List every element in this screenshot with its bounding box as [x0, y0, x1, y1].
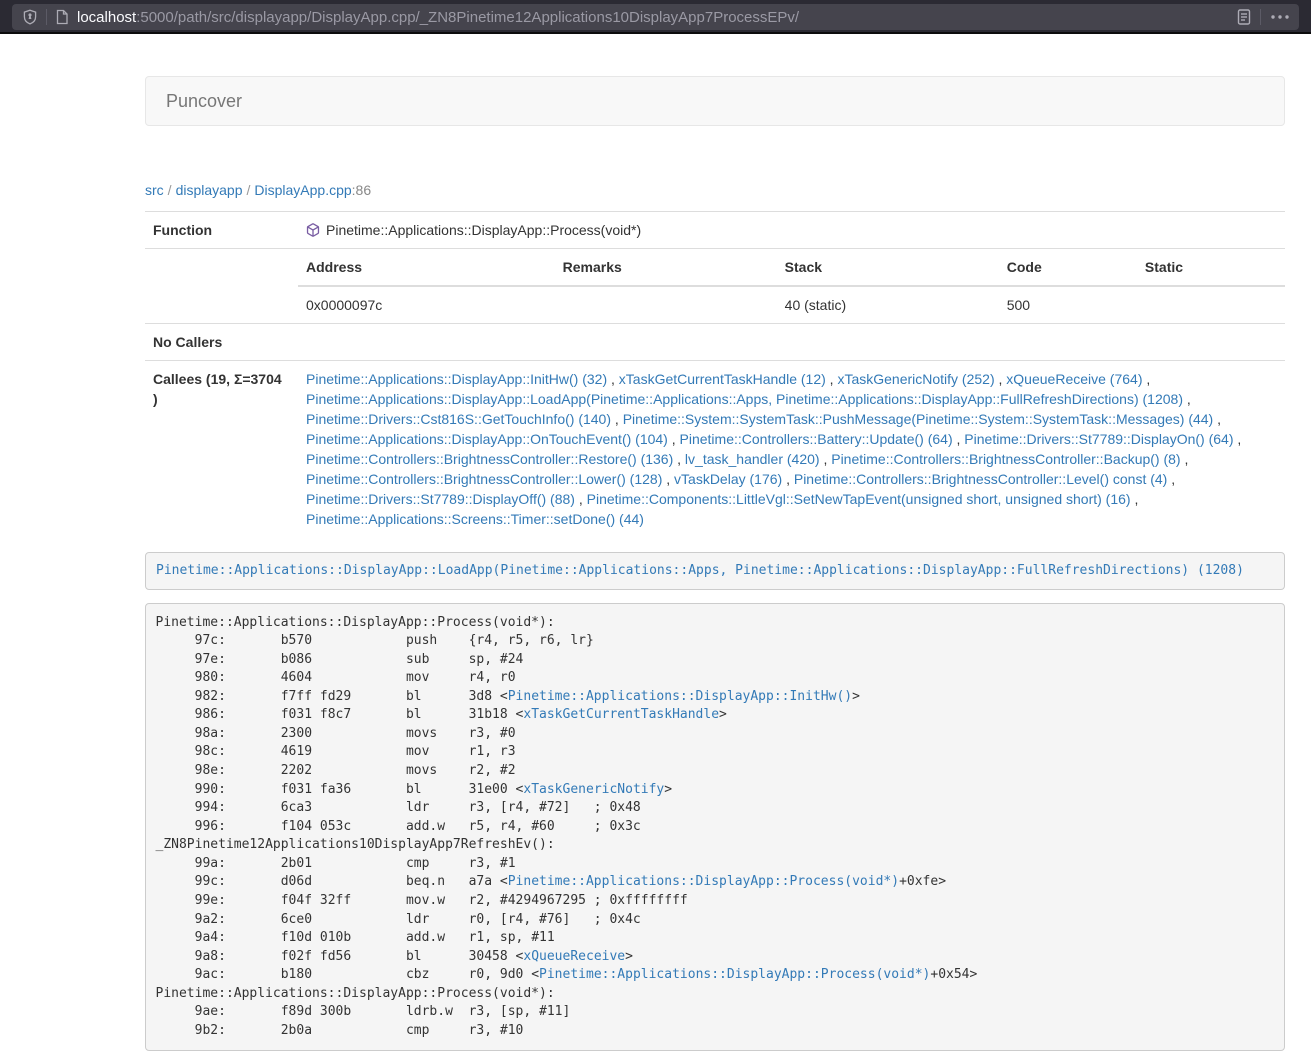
callee-separator: , — [673, 451, 685, 467]
disassembly-symbol-link[interactable]: xTaskGenericNotify — [523, 782, 664, 797]
disassembly-symbol-link[interactable]: xTaskGetCurrentTaskHandle — [523, 707, 719, 722]
toolbar-divider — [1260, 9, 1261, 25]
callee-separator: , — [782, 471, 794, 487]
callee-link[interactable]: lv_task_handler (420) — [685, 451, 820, 467]
breadcrumb-separator: / — [164, 182, 176, 198]
highlighted-callee-link[interactable]: Pinetime::Applications::DisplayApp::Load… — [156, 563, 1244, 578]
remarks-value — [555, 286, 777, 323]
callee-link[interactable]: Pinetime::Controllers::Battery::Update()… — [680, 431, 953, 447]
callers-row: No Callers — [145, 324, 1285, 361]
callees-row: Callees (19, Σ=3704 ) Pinetime::Applicat… — [145, 361, 1285, 538]
breadcrumb-link-file[interactable]: DisplayApp.cpp — [254, 182, 351, 198]
callee-link[interactable]: Pinetime::Applications::DisplayApp::OnTo… — [306, 431, 668, 447]
app-navbar: Puncover — [145, 76, 1285, 126]
callee-link[interactable]: Pinetime::Controllers::BrightnessControl… — [831, 451, 1180, 467]
disassembly-symbol-link[interactable]: Pinetime::Applications::DisplayApp::Proc… — [539, 967, 930, 982]
url-host: localhost — [77, 9, 136, 26]
function-row: Function Pinetime::Applications::Display… — [145, 212, 1285, 249]
callees-label: Callees (19, Σ=3704 ) — [145, 361, 298, 538]
package-icon — [306, 222, 320, 238]
highlighted-callee-panel: Pinetime::Applications::DisplayApp::Load… — [145, 552, 1285, 590]
stack-value: 40 (static) — [777, 286, 999, 323]
breadcrumb-line-number: :86 — [352, 182, 371, 198]
code-size-value: 500 — [999, 286, 1137, 323]
callee-separator: , — [1181, 451, 1189, 467]
callee-link[interactable]: Pinetime::Controllers::BrightnessControl… — [306, 451, 673, 467]
col-static: Static — [1137, 249, 1285, 286]
breadcrumb-link-src[interactable]: src — [145, 182, 164, 198]
static-value — [1137, 286, 1285, 323]
callee-link[interactable]: xTaskGenericNotify (252) — [837, 371, 994, 387]
col-remarks: Remarks — [555, 249, 777, 286]
callee-link[interactable]: xQueueReceive (764) — [1006, 371, 1142, 387]
callee-separator: , — [1131, 491, 1139, 507]
callee-link[interactable]: Pinetime::Components::LittleVgl::SetNewT… — [587, 491, 1131, 507]
callee-link[interactable]: Pinetime::Drivers::Cst816S::GetTouchInfo… — [306, 411, 611, 427]
disassembly-symbol-link[interactable]: Pinetime::Applications::DisplayApp::Proc… — [508, 874, 899, 889]
browser-toolbar: localhost:5000/path/src/displayapp/Displ… — [0, 0, 1311, 34]
callee-separator: , — [1167, 471, 1175, 487]
callee-link[interactable]: Pinetime::Controllers::BrightnessControl… — [794, 471, 1167, 487]
callee-separator: , — [662, 471, 674, 487]
callee-separator: , — [607, 371, 619, 387]
callee-separator: , — [826, 371, 838, 387]
stats-values-row: 0x0000097c 40 (static) 500 — [298, 286, 1285, 323]
callee-separator: , — [1142, 371, 1150, 387]
callee-separator: , — [575, 491, 587, 507]
function-table: Function Pinetime::Applications::Display… — [145, 211, 1285, 537]
callee-link[interactable]: vTaskDelay (176) — [674, 471, 782, 487]
callee-link[interactable]: Pinetime::Drivers::St7789::DisplayOff() … — [306, 491, 575, 507]
breadcrumb: src/displayapp/DisplayApp.cpp:86 — [145, 180, 1285, 200]
function-name: Pinetime::Applications::DisplayApp::Proc… — [326, 220, 641, 240]
callee-link[interactable]: xTaskGetCurrentTaskHandle (12) — [619, 371, 826, 387]
callee-link[interactable]: Pinetime::System::SystemTask::PushMessag… — [623, 411, 1214, 427]
urlbar-divider — [46, 9, 47, 25]
page-icon[interactable] — [55, 9, 69, 25]
url-bar[interactable]: localhost:5000/path/src/displayapp/Displ… — [12, 4, 1299, 30]
shield-icon[interactable] — [22, 9, 38, 25]
stats-row: Address Remarks Stack Code Static 0x0000… — [145, 249, 1285, 324]
more-icon[interactable] — [1269, 9, 1291, 25]
address-value: 0x0000097c — [298, 286, 555, 323]
stats-table: Address Remarks Stack Code Static 0x0000… — [298, 249, 1285, 323]
callee-link[interactable]: Pinetime::Applications::DisplayApp::Load… — [306, 391, 1183, 407]
callee-separator: , — [668, 431, 680, 447]
url-path: :5000/path/src/displayapp/DisplayApp.cpp… — [136, 9, 799, 26]
callee-link[interactable]: Pinetime::Applications::DisplayApp::Init… — [306, 371, 607, 387]
no-callers-label: No Callers — [145, 324, 298, 361]
breadcrumb-link-displayapp[interactable]: displayapp — [176, 182, 243, 198]
callee-separator: , — [611, 411, 623, 427]
brand-link[interactable]: Puncover — [146, 91, 242, 112]
col-stack: Stack — [777, 249, 999, 286]
callee-link[interactable]: Pinetime::Drivers::St7789::DisplayOn() (… — [964, 431, 1233, 447]
function-label: Function — [145, 212, 298, 249]
disassembly-symbol-link[interactable]: Pinetime::Applications::DisplayApp::Init… — [508, 689, 852, 704]
callee-separator: , — [995, 371, 1007, 387]
callee-link[interactable]: Pinetime::Controllers::BrightnessControl… — [306, 471, 662, 487]
col-address: Address — [298, 249, 555, 286]
callee-link[interactable]: Pinetime::Applications::Screens::Timer::… — [306, 511, 644, 527]
callees-list: Pinetime::Applications::DisplayApp::Init… — [306, 371, 1241, 527]
callee-separator: , — [953, 431, 965, 447]
disassembly-code: Pinetime::Applications::DisplayApp::Proc… — [145, 603, 1285, 1051]
reader-mode-icon[interactable] — [1236, 8, 1252, 26]
callee-separator: , — [1183, 391, 1191, 407]
breadcrumb-separator: / — [243, 182, 255, 198]
col-code: Code — [999, 249, 1137, 286]
callee-separator: , — [1213, 411, 1221, 427]
callee-separator: , — [1234, 431, 1242, 447]
disassembly-symbol-link[interactable]: xQueueReceive — [523, 949, 625, 964]
page-container: Puncover src/displayapp/DisplayApp.cpp:8… — [145, 34, 1285, 1051]
url-text: localhost:5000/path/src/displayapp/Displ… — [77, 9, 799, 26]
callee-separator: , — [820, 451, 832, 467]
